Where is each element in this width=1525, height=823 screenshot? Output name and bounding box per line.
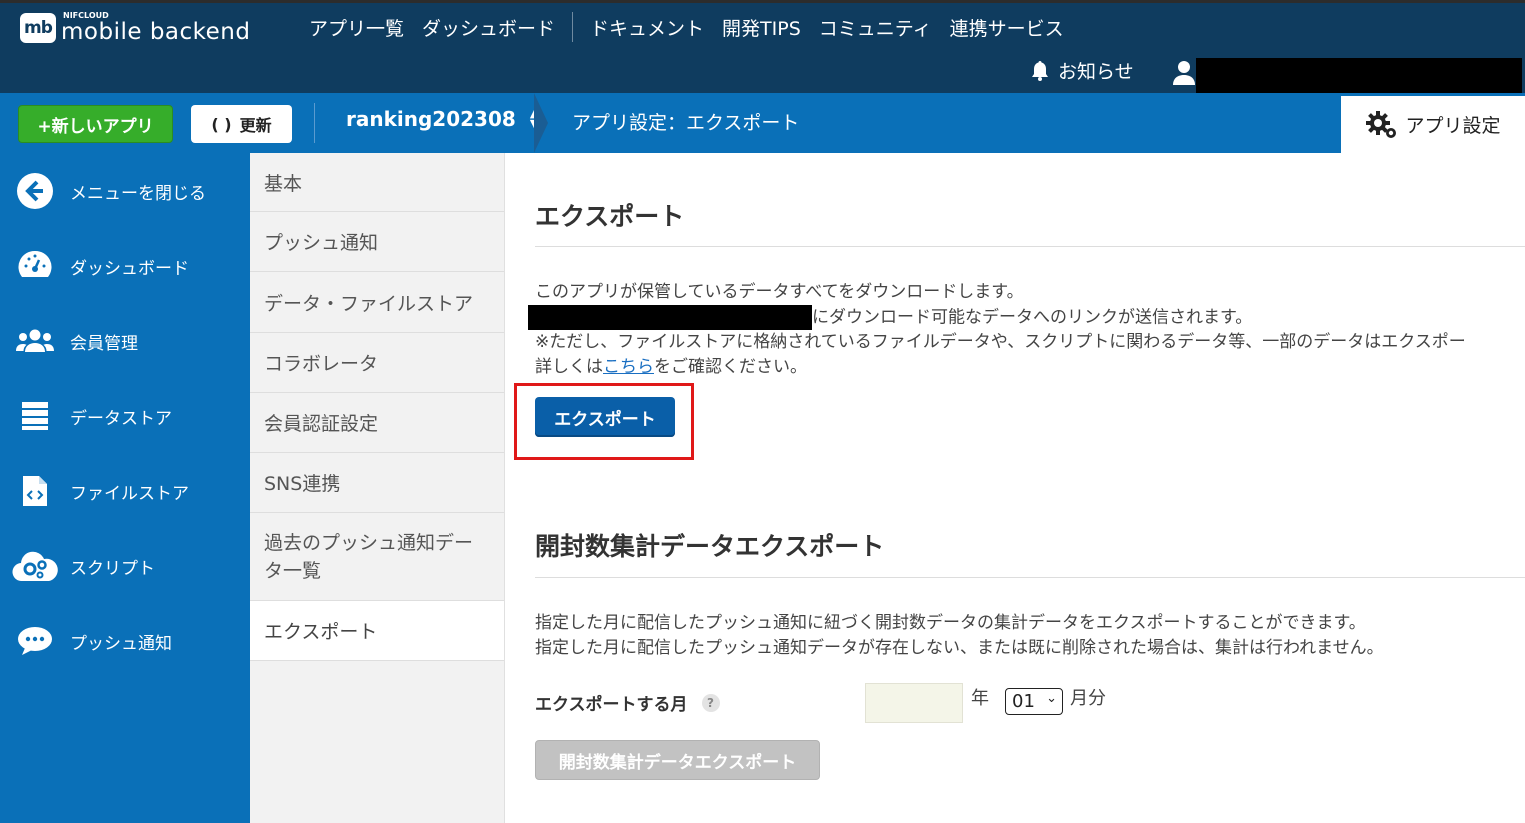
chevron-down-icon: ⌄ [1046, 691, 1057, 706]
sidebar-item-script[interactable]: スクリプト [0, 536, 250, 596]
export-desc-2-text: にダウンロード可能なデータへのリンクが送信されます。 [812, 307, 1253, 328]
open-count-title: 開封数集計データエクスポート [535, 532, 885, 561]
bell-icon [1032, 60, 1048, 81]
gauge-icon [18, 250, 52, 277]
refresh-button[interactable]: ( ) 更新 [191, 105, 292, 143]
export-divider [535, 246, 1525, 247]
logo-main-text: mobile backend [61, 19, 251, 45]
year-unit: 年 [971, 688, 989, 709]
export-desc-4-pre: 詳しくは [535, 357, 603, 377]
app-toolbar: +新しいアプリ ( ) 更新 ranking202308 ▲ ▼ アプリ設定：エク… [0, 93, 1525, 153]
new-app-button[interactable]: +新しいアプリ [18, 105, 173, 143]
submenu-item-push[interactable]: プッシュ通知 [250, 212, 504, 272]
export-desc-2: にダウンロード可能なデータへのリンクが送信されます。 [528, 305, 1253, 331]
breadcrumb: アプリ設定：エクスポート [572, 112, 800, 134]
app-selector[interactable]: ranking202308 ▲ ▼ [346, 107, 538, 131]
top-nav: アプリ一覧 ダッシュボード ドキュメント 開発TIPS コミュニティ 連携サービ… [300, 11, 1073, 43]
refresh-label: 更新 [239, 116, 272, 135]
nav-dashboard[interactable]: ダッシュボード [422, 14, 555, 41]
submenu-item-data-filestore[interactable]: データ・ファイルストア [250, 272, 504, 333]
logo[interactable]: mb NIFCLOUD mobile backend [20, 11, 250, 44]
gear-icon [1366, 110, 1397, 138]
notice-link[interactable]: お知らせ [1030, 57, 1134, 84]
export-month-label-text: エクスポートする月 [535, 695, 688, 715]
users-icon [16, 329, 54, 352]
sidebar-item-label: ファイルストア [70, 483, 189, 504]
breadcrumb-arrow [534, 93, 548, 153]
year-input[interactable] [865, 683, 963, 723]
open-count-export-button[interactable]: 開封数集計データエクスポート [535, 740, 820, 780]
nav-community[interactable]: コミュニティ [819, 14, 932, 41]
submenu-item-collaborator[interactable]: コラボレータ [250, 333, 504, 393]
details-link[interactable]: こちら [603, 357, 654, 377]
settings-submenu: 基本 プッシュ通知 データ・ファイルストア コラボレータ 会員認証設定 SNS連… [250, 153, 505, 823]
user-icon[interactable] [1172, 59, 1196, 85]
open-count-desc-1: 指定した月に配信したプッシュ通知に紐づく開封数データの集計データをエクスポートす… [535, 613, 1366, 633]
logo-mark: mb [20, 12, 56, 43]
file-code-icon [23, 476, 47, 506]
arrow-left-circle-icon [17, 173, 53, 209]
chat-bubble-icon [18, 627, 52, 655]
database-icon [22, 402, 48, 430]
cloud-gear-icon [12, 551, 58, 582]
refresh-icon: ( ) [211, 114, 232, 134]
submenu-item-auth[interactable]: 会員認証設定 [250, 393, 504, 453]
export-desc-3: ※ただし、ファイルストアに格納されているファイルデータや、スクリプトに関わるデー… [535, 332, 1466, 352]
sidebar-item-datastore[interactable]: データストア [0, 386, 250, 446]
help-icon[interactable]: ? [701, 693, 720, 712]
nav-dev-tips[interactable]: 開発TIPS [722, 14, 801, 41]
open-count-divider [535, 577, 1525, 578]
sidebar-item-label: プッシュ通知 [70, 633, 172, 654]
sidebar-item-dashboard[interactable]: ダッシュボード [0, 236, 250, 296]
sidebar-item-users[interactable]: 会員管理 [0, 311, 250, 371]
open-count-desc-2: 指定した月に配信したプッシュ通知データが存在しない、または既に削除された場合は、… [535, 638, 1384, 658]
submenu-item-sns[interactable]: SNS連携 [250, 453, 504, 513]
nav-integrations[interactable]: 連携サービス [950, 14, 1064, 41]
app-name: ranking202308 [346, 107, 516, 131]
user-name-redacted [1196, 58, 1522, 96]
sidebar-item-label: データストア [70, 408, 172, 429]
nav-app-list[interactable]: アプリ一覧 [309, 14, 404, 41]
export-desc-4-post: をご確認ください。 [654, 357, 807, 377]
sidebar-item-close-menu[interactable]: メニューを閉じる [0, 161, 250, 221]
sidebar-item-filestore[interactable]: ファイルストア [0, 461, 250, 521]
sidebar-item-label: ダッシュボード [70, 258, 189, 279]
nav-divider [572, 12, 574, 42]
top-header: mb NIFCLOUD mobile backend アプリ一覧 ダッシュボード… [0, 0, 1525, 96]
app-settings-tab[interactable]: アプリ設定 [1341, 96, 1525, 153]
sidebar-item-label: 会員管理 [70, 333, 138, 354]
export-desc-1: このアプリが保管しているデータすべてをダウンロードします。 [535, 282, 1024, 302]
export-button[interactable]: エクスポート [535, 397, 675, 437]
export-desc-4: 詳しくはこちらをご確認ください。 [535, 355, 807, 380]
export-month-label: エクスポートする月 ? [535, 690, 720, 715]
submenu-item-export[interactable]: エクスポート [250, 601, 504, 661]
sidebar: メニューを閉じる ダッシュボード 会員管理 データストア ファイルストア スクリ… [0, 153, 250, 823]
app-settings-label: アプリ設定 [1405, 115, 1501, 137]
month-unit: 月分 [1070, 688, 1106, 709]
toolbar-divider [314, 103, 315, 143]
nav-documents[interactable]: ドキュメント [590, 14, 704, 41]
submenu-item-basic[interactable]: 基本 [250, 153, 504, 212]
sidebar-item-label: スクリプト [70, 558, 155, 579]
sidebar-item-label: メニューを閉じる [70, 183, 206, 204]
submenu-item-push-history[interactable]: 過去のプッシュ通知データ一覧 [250, 513, 504, 601]
export-title: エクスポート [535, 202, 685, 231]
month-select[interactable]: 01 ⌄ [1005, 688, 1063, 715]
notice-label: お知らせ [1058, 61, 1134, 83]
email-redacted [528, 305, 812, 330]
sidebar-item-push[interactable]: プッシュ通知 [0, 611, 250, 671]
month-select-value: 01 [1012, 691, 1035, 712]
